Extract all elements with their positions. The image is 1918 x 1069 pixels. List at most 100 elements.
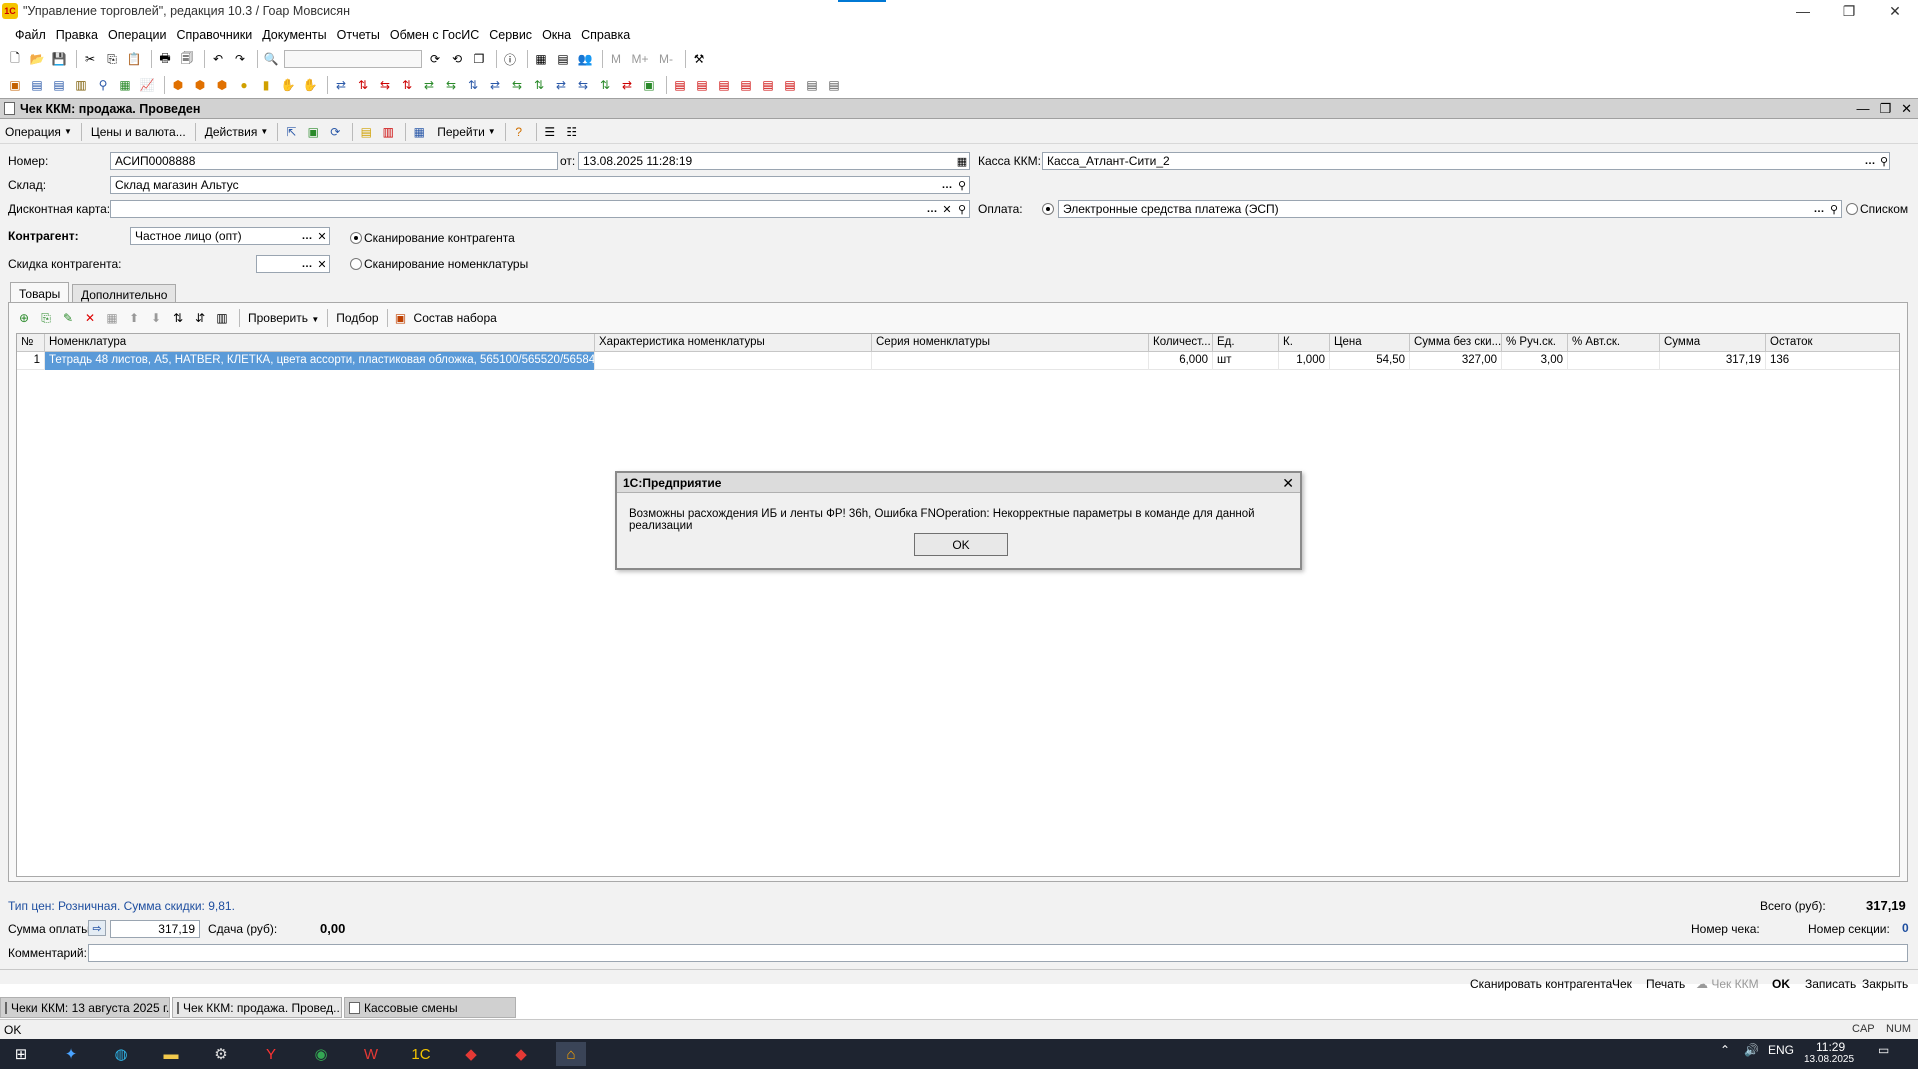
edit-row-icon[interactable]: ✎ (59, 309, 77, 327)
cash5-icon[interactable]: ▤ (759, 76, 777, 94)
prices-currency-button[interactable]: Цены и валюта... (86, 125, 191, 139)
menu-edit[interactable]: Правка (51, 28, 103, 42)
cell-auto-disc[interactable] (1568, 352, 1660, 370)
print-icon[interactable]: 🖶 (156, 50, 174, 68)
move-down-icon[interactable]: ⬇ (147, 309, 165, 327)
comment-field[interactable] (88, 944, 1908, 962)
selection-button[interactable]: Подбор (332, 311, 382, 325)
col-auto-disc-header[interactable]: % Авт.ск. (1568, 334, 1660, 352)
tools-icon[interactable]: ⚒ (690, 50, 708, 68)
payment-field[interactable]: Электронные средства платежа (ЭСП) (1058, 200, 1842, 218)
menu-windows[interactable]: Окна (537, 28, 576, 42)
col-rest-header[interactable]: Остаток (1766, 334, 1901, 352)
window-tab-checks-list[interactable]: Чеки ККМ: 13 августа 2025 г. ... (0, 997, 170, 1018)
kassa-select-icon[interactable]: … (1863, 153, 1877, 169)
tab-additional[interactable]: Дополнительно (72, 284, 177, 304)
doc-h-icon[interactable]: ⇆ (574, 76, 592, 94)
doc-i-icon[interactable]: ⇅ (596, 76, 614, 94)
payment-single-radio[interactable] (1042, 203, 1054, 215)
sklad-open-icon[interactable]: ⚲ (955, 177, 969, 193)
payment-open-icon[interactable]: ⚲ (1827, 201, 1841, 217)
menu-operations[interactable]: Операции (103, 28, 171, 42)
col-manual-disc-header[interactable]: % Руч.ск. (1502, 334, 1568, 352)
copy-row-icon[interactable]: ⎘ (37, 309, 55, 327)
col-series-header[interactable]: Серия номенклатуры (872, 334, 1149, 352)
undo-icon[interactable]: ↶ (209, 50, 227, 68)
discount-contragent-select-icon[interactable]: … (300, 256, 314, 272)
doc-close-icon[interactable]: ✕ (1901, 101, 1912, 117)
movements-icon[interactable]: ▣ (304, 123, 322, 141)
payment-sum-fill-icon[interactable]: ⇨ (88, 920, 106, 936)
menu-file[interactable]: Файл (10, 28, 51, 42)
print-button[interactable]: Печать (1646, 977, 1685, 991)
discount-card-clear-icon[interactable]: ✕ (940, 201, 954, 217)
language-indicator[interactable]: ENG (1768, 1043, 1794, 1057)
goods3-icon[interactable]: ⬢ (213, 76, 231, 94)
memory-m-icon[interactable]: M (607, 50, 625, 68)
open-icon[interactable]: 📂 (28, 50, 46, 68)
close-icon[interactable]: ✕ (1872, 0, 1918, 22)
doc-k-icon[interactable]: ▣ (640, 76, 658, 94)
sklad-field[interactable]: Склад магазин Альтус (110, 176, 970, 194)
move-up-icon[interactable]: ⬆ (125, 309, 143, 327)
menu-references[interactable]: Справочники (171, 28, 257, 42)
cut-icon[interactable]: ✂ (81, 50, 99, 68)
col-qty-header[interactable]: Количест... (1149, 334, 1213, 352)
discount-card-field[interactable] (110, 200, 970, 218)
yandex-icon[interactable]: Y (256, 1042, 286, 1066)
windows-icon[interactable]: ❐ (470, 50, 488, 68)
binoculars-icon[interactable]: ⚲ (94, 76, 112, 94)
bars-icon[interactable]: ▮ (257, 76, 275, 94)
calendar-icon[interactable]: ▤ (554, 50, 572, 68)
goods-icon[interactable]: ⬢ (169, 76, 187, 94)
users-icon[interactable]: 👥 (576, 50, 594, 68)
scan-contragent-button[interactable]: Сканировать контрагента (1470, 977, 1612, 991)
doc-out-icon[interactable]: ⇅ (398, 76, 416, 94)
doc-move-icon[interactable]: ⇅ (354, 76, 372, 94)
copy-icon[interactable]: ⎘ (103, 50, 121, 68)
add-row-icon[interactable]: ⊕ (15, 309, 33, 327)
memory-plus-icon[interactable]: M+ (629, 50, 651, 68)
volume-icon[interactable]: 🔊 (1744, 1043, 1759, 1057)
doc-in-icon[interactable]: ⇄ (332, 76, 350, 94)
info-icon[interactable]: ⓘ (501, 50, 519, 68)
menu-documents[interactable]: Документы (257, 28, 331, 42)
contragent-clear-icon[interactable]: ✕ (315, 228, 329, 244)
doc-return-icon[interactable]: ⇆ (376, 76, 394, 94)
start-icon[interactable]: ⊞ (6, 1042, 36, 1066)
refresh-icon[interactable]: ⟳ (326, 123, 344, 141)
date-field[interactable]: 13.08.2025 11:28:19 (578, 152, 970, 170)
clock-time[interactable]: 11:29 (1816, 1040, 1845, 1054)
price-type-link[interactable]: Тип цен: Розничная. Сумма скидки: 9,81. (8, 899, 235, 913)
delete-row-icon[interactable]: ✕ (81, 309, 99, 327)
redo-icon[interactable]: ↷ (231, 50, 249, 68)
tools-app-icon[interactable]: ⚙ (206, 1042, 236, 1066)
new-document-icon[interactable]: 🗋 (6, 50, 24, 68)
check-menu-button[interactable]: Проверить ▼ (244, 311, 323, 325)
cell-manual-disc[interactable]: 3,00 (1502, 352, 1568, 370)
print-preview-icon[interactable]: 🗐 (178, 50, 196, 68)
anydesk2-icon[interactable]: ◆ (506, 1042, 536, 1066)
save-icon[interactable]: 💾 (50, 50, 68, 68)
explorer-icon[interactable]: ▬ (156, 1042, 186, 1066)
number-field[interactable]: АСИП0008888 (110, 152, 558, 170)
doc-e-icon[interactable]: ⇆ (508, 76, 526, 94)
onec-icon[interactable]: 1С (406, 1042, 436, 1066)
cell-sum[interactable]: 317,19 (1660, 352, 1766, 370)
archive-icon[interactable]: ▥ (72, 76, 90, 94)
cell-unit[interactable]: шт (1213, 352, 1279, 370)
menu-help[interactable]: Справка (576, 28, 635, 42)
onec-active-icon[interactable]: ⌂ (556, 1042, 586, 1066)
cash6-icon[interactable]: ▤ (781, 76, 799, 94)
payment-select-icon[interactable]: … (1812, 201, 1826, 217)
doc-b-icon[interactable]: ⇆ (442, 76, 460, 94)
kassa-open-icon[interactable]: ⚲ (1877, 153, 1891, 169)
check-kkm-button[interactable]: ☁ Чек ККМ (1696, 977, 1759, 991)
anydesk-icon[interactable]: ◆ (456, 1042, 486, 1066)
discount-card-open-icon[interactable]: ⚲ (955, 201, 969, 217)
cell-sum-no-disc[interactable]: 327,00 (1410, 352, 1502, 370)
cell-rest[interactable]: 136 (1766, 352, 1901, 370)
payment-sum-field[interactable]: 317,19 (110, 920, 200, 938)
tab-goods[interactable]: Товары (10, 282, 70, 304)
payment-list-radio[interactable] (1846, 203, 1858, 215)
